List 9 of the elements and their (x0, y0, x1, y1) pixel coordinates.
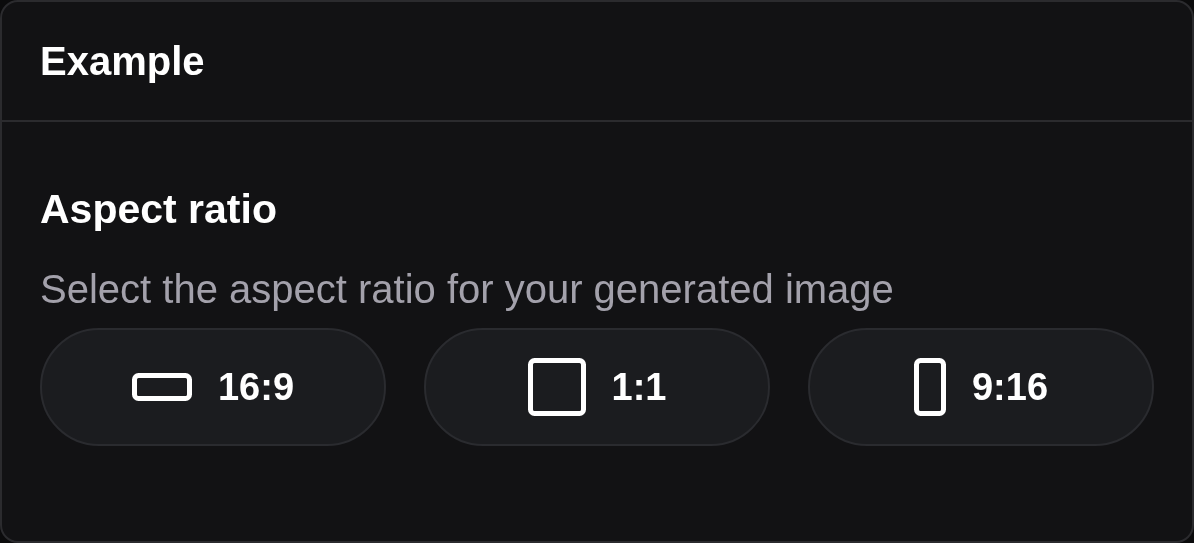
card-title: Example (40, 38, 205, 84)
wide-rectangle-icon (131, 373, 192, 401)
aspect-ratio-button[interactable]: 9:16 (808, 328, 1154, 446)
section-heading: Aspect ratio (40, 185, 277, 234)
aspect-ratio-button[interactable]: 1:1 (424, 328, 770, 446)
square-icon (527, 358, 586, 416)
aspect-ratio-button[interactable]: 16:9 (40, 328, 386, 446)
section-description: Select the aspect ratio for your generated image (40, 266, 894, 313)
tall-rectangle-icon (913, 358, 946, 416)
